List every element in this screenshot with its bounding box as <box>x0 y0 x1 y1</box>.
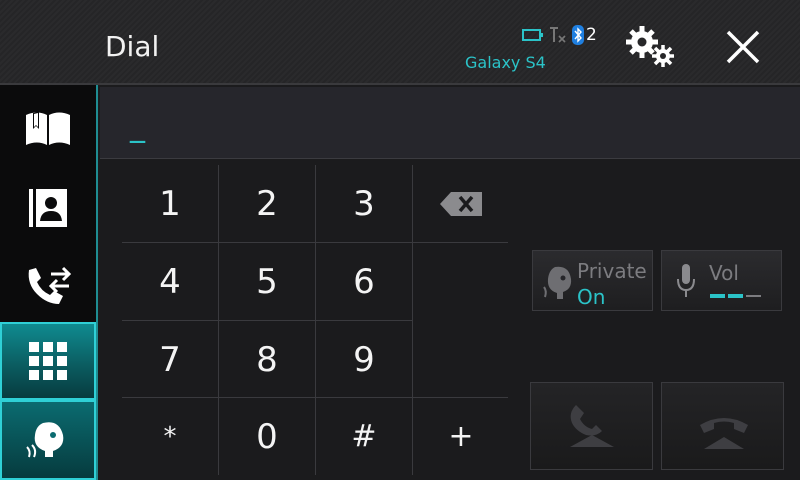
key-0[interactable]: 0 <box>219 398 315 475</box>
key-8[interactable]: 8 <box>219 321 315 398</box>
volume-level-meter <box>710 294 761 298</box>
microphone-icon <box>677 264 695 297</box>
volume-segment <box>710 294 725 298</box>
key-6[interactable]: 6 <box>316 243 412 320</box>
battery-icon <box>522 29 543 41</box>
dial-keypad: 1 2 3 4 5 6 7 8 9 * 0 # + <box>122 165 508 475</box>
gear-icon <box>626 26 674 67</box>
keypad-icon <box>29 342 67 380</box>
sidebar-item-phonebook[interactable] <box>0 90 96 168</box>
private-value: On <box>577 285 606 309</box>
settings-button[interactable] <box>624 24 680 70</box>
number-display[interactable]: _ <box>100 87 800 159</box>
volume-segment <box>746 295 761 297</box>
number-input-cursor: _ <box>130 109 145 144</box>
private-mode-icon <box>543 266 572 299</box>
sidebar-item-call-history[interactable] <box>0 246 96 324</box>
sidebar-item-keypad[interactable] <box>0 322 96 400</box>
bluetooth-icon <box>572 25 584 45</box>
call-button[interactable] <box>530 382 653 470</box>
phone-call-icon <box>570 405 614 447</box>
call-history-icon <box>28 266 72 304</box>
key-hash[interactable]: # <box>316 398 412 475</box>
status-indicators: 2 <box>522 24 601 46</box>
header-bar: Dial 2 Galaxy S4 <box>0 0 800 85</box>
backspace-button[interactable] <box>413 165 509 242</box>
key-plus[interactable]: + <box>413 398 509 475</box>
key-4[interactable]: 4 <box>122 243 218 320</box>
vol-label: Vol <box>709 261 739 285</box>
close-button[interactable] <box>722 26 764 68</box>
phone-hangup-icon <box>700 418 748 449</box>
page-title: Dial <box>105 30 160 63</box>
close-icon <box>726 30 760 64</box>
volume-segment <box>728 294 743 298</box>
signal-icon <box>550 27 566 43</box>
key-7[interactable]: 7 <box>122 321 218 398</box>
key-9[interactable]: 9 <box>316 321 412 398</box>
voice-recognition-icon <box>26 422 64 458</box>
bluetooth-device-count: 2 <box>586 25 597 45</box>
end-call-button[interactable] <box>661 382 784 470</box>
key-3[interactable]: 3 <box>316 165 412 242</box>
sidebar-item-contacts[interactable] <box>0 168 96 246</box>
sidebar <box>0 85 98 480</box>
private-mode-button[interactable]: Private On <box>532 250 653 311</box>
sidebar-item-voice-recognition[interactable] <box>0 400 96 480</box>
backspace-icon <box>440 191 482 216</box>
device-name: Galaxy S4 <box>465 53 546 72</box>
phonebook-icon <box>26 112 70 145</box>
contacts-icon <box>29 189 67 227</box>
key-2[interactable]: 2 <box>219 165 315 242</box>
private-label: Private <box>577 259 647 283</box>
key-star[interactable]: * <box>122 398 218 475</box>
mic-volume-button[interactable]: Vol <box>661 250 782 311</box>
key-5[interactable]: 5 <box>219 243 315 320</box>
key-1[interactable]: 1 <box>122 165 218 242</box>
